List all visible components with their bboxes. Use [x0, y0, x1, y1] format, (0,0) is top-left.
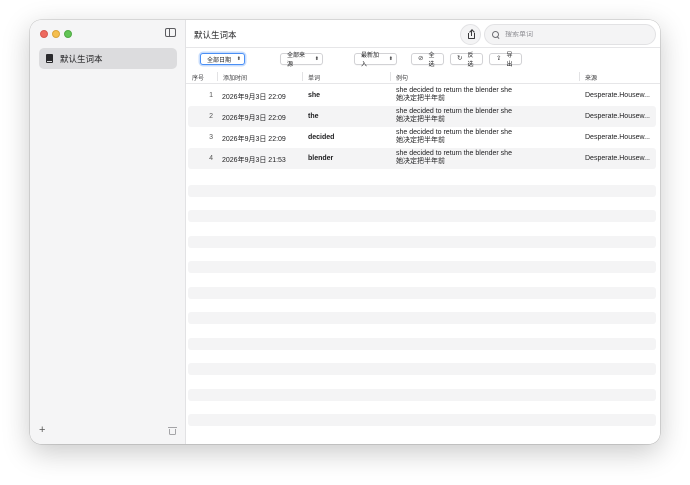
search-icon — [492, 30, 500, 39]
chevron-updown-icon: ⬍ — [314, 55, 319, 62]
row-source: Desperate.Housew... — [585, 113, 650, 120]
table-row[interactable]: 2 2026年9月3日 22:09 the she decided to ret… — [188, 106, 656, 127]
invert-selection-label: 反选 — [467, 53, 474, 68]
table-row[interactable]: 4 2026年9月3日 21:53 blender she decided to… — [188, 148, 656, 169]
table-row[interactable]: 3 2026年9月3日 22:09 decided she decided to… — [188, 127, 656, 148]
chevron-updown-icon: ⬍ — [236, 55, 241, 62]
app-window: 默认生词本 + 默认生词本 全部日期 ⬍ 全部来 — [30, 20, 660, 444]
row-word: the — [308, 113, 319, 120]
column-header-source[interactable]: 来源 — [585, 73, 597, 82]
book-icon — [46, 54, 53, 63]
row-time: 2026年9月3日 21:53 — [222, 157, 286, 164]
source-filter-label: 全部来源 — [287, 53, 306, 68]
titlebar: 默认生词本 — [186, 20, 660, 48]
sidebar-toggle-icon[interactable] — [165, 28, 176, 37]
checkmark-circle-icon: ⊘ — [418, 55, 424, 62]
row-time: 2026年9月3日 22:09 — [222, 94, 286, 101]
arrow-cycle-icon: ↻ — [457, 55, 463, 62]
empty-row-stripe — [188, 389, 656, 401]
sort-select[interactable]: 最新加入 ⬍ — [354, 53, 397, 68]
word-table: 序号 添加时间 单词 例句 来源 1 2026年9月3日 22:09 she s… — [186, 69, 660, 444]
sidebar-item-default-wordbook[interactable]: 默认生词本 — [39, 48, 177, 69]
share-icon — [468, 29, 475, 39]
table-row[interactable]: 1 2026年9月3日 22:09 she she decided to ret… — [188, 85, 656, 106]
row-source: Desperate.Housew... — [585, 134, 650, 141]
zoom-window-button[interactable] — [64, 30, 72, 38]
empty-row-stripe — [188, 210, 656, 222]
row-example-en: she decided to return the blender she — [396, 108, 512, 115]
row-example-zh: 她决定把半年前 — [396, 137, 445, 144]
empty-row-stripe — [188, 414, 656, 426]
minimize-window-button[interactable] — [52, 30, 60, 38]
row-word: decided — [308, 134, 335, 141]
filter-toolbar: 全部日期 ⬍ 全部来源 ⬍ 最新加入 ⬍ ⊘ 全选 ↻ 反选 ⇪ 导出 — [186, 48, 660, 69]
row-word: blender — [308, 155, 334, 162]
row-example-en: she decided to return the blender she — [396, 129, 512, 136]
add-wordbook-button[interactable]: + — [39, 425, 45, 436]
row-index: 3 — [209, 134, 213, 141]
empty-row-stripe — [188, 312, 656, 324]
select-all-label: 全选 — [428, 53, 435, 68]
row-index: 4 — [209, 155, 213, 162]
table-header: 序号 添加时间 单词 例句 来源 — [186, 69, 660, 84]
column-header-index[interactable]: 序号 — [192, 73, 204, 82]
row-time: 2026年9月3日 22:09 — [222, 136, 286, 143]
select-all-button[interactable]: ⊘ 全选 — [411, 53, 444, 68]
empty-row-stripe — [188, 338, 656, 350]
row-source: Desperate.Housew... — [585, 92, 650, 99]
column-header-time[interactable]: 添加时间 — [223, 73, 247, 82]
date-filter-label: 全部日期 — [207, 57, 232, 64]
export-button[interactable]: ⇪ 导出 — [489, 53, 522, 68]
empty-row-stripe — [188, 261, 656, 273]
sidebar-item-label: 默认生词本 — [60, 53, 103, 64]
share-button[interactable] — [460, 24, 481, 45]
row-source: Desperate.Housew... — [585, 155, 650, 162]
row-example-zh: 她决定把半年前 — [396, 95, 445, 102]
source-filter-select[interactable]: 全部来源 ⬍ — [280, 53, 323, 68]
row-example-zh: 她决定把半年前 — [396, 158, 445, 165]
page-title: 默认生词本 — [194, 30, 237, 40]
empty-row-stripe — [188, 363, 656, 375]
empty-row-stripe — [188, 287, 656, 299]
close-window-button[interactable] — [40, 30, 48, 38]
export-label: 导出 — [506, 53, 513, 68]
row-word: she — [308, 92, 321, 99]
main-content: 默认生词本 全部日期 ⬍ 全部来源 ⬍ 最新加入 ⬍ — [186, 20, 660, 444]
export-icon: ⇪ — [496, 55, 502, 62]
empty-row-stripe — [188, 236, 656, 248]
column-header-word[interactable]: 单词 — [308, 73, 320, 82]
sidebar: 默认生词本 + — [30, 20, 186, 444]
row-example-en: she decided to return the blender she — [396, 87, 512, 94]
row-index: 1 — [209, 92, 213, 99]
row-example-zh: 她决定把半年前 — [396, 116, 445, 123]
invert-selection-button[interactable]: ↻ 反选 — [450, 53, 483, 68]
date-filter-select[interactable]: 全部日期 ⬍ — [200, 53, 245, 65]
search-field[interactable] — [484, 24, 656, 45]
row-example-en: she decided to return the blender she — [396, 150, 512, 157]
column-header-example[interactable]: 例句 — [396, 73, 408, 82]
search-input[interactable] — [505, 31, 645, 38]
empty-row-stripe — [188, 185, 656, 197]
row-index: 2 — [209, 113, 213, 120]
sort-label: 最新加入 — [361, 53, 380, 68]
trash-icon[interactable] — [168, 427, 177, 435]
row-time: 2026年9月3日 22:09 — [222, 115, 286, 122]
chevron-updown-icon: ⬍ — [388, 55, 393, 62]
